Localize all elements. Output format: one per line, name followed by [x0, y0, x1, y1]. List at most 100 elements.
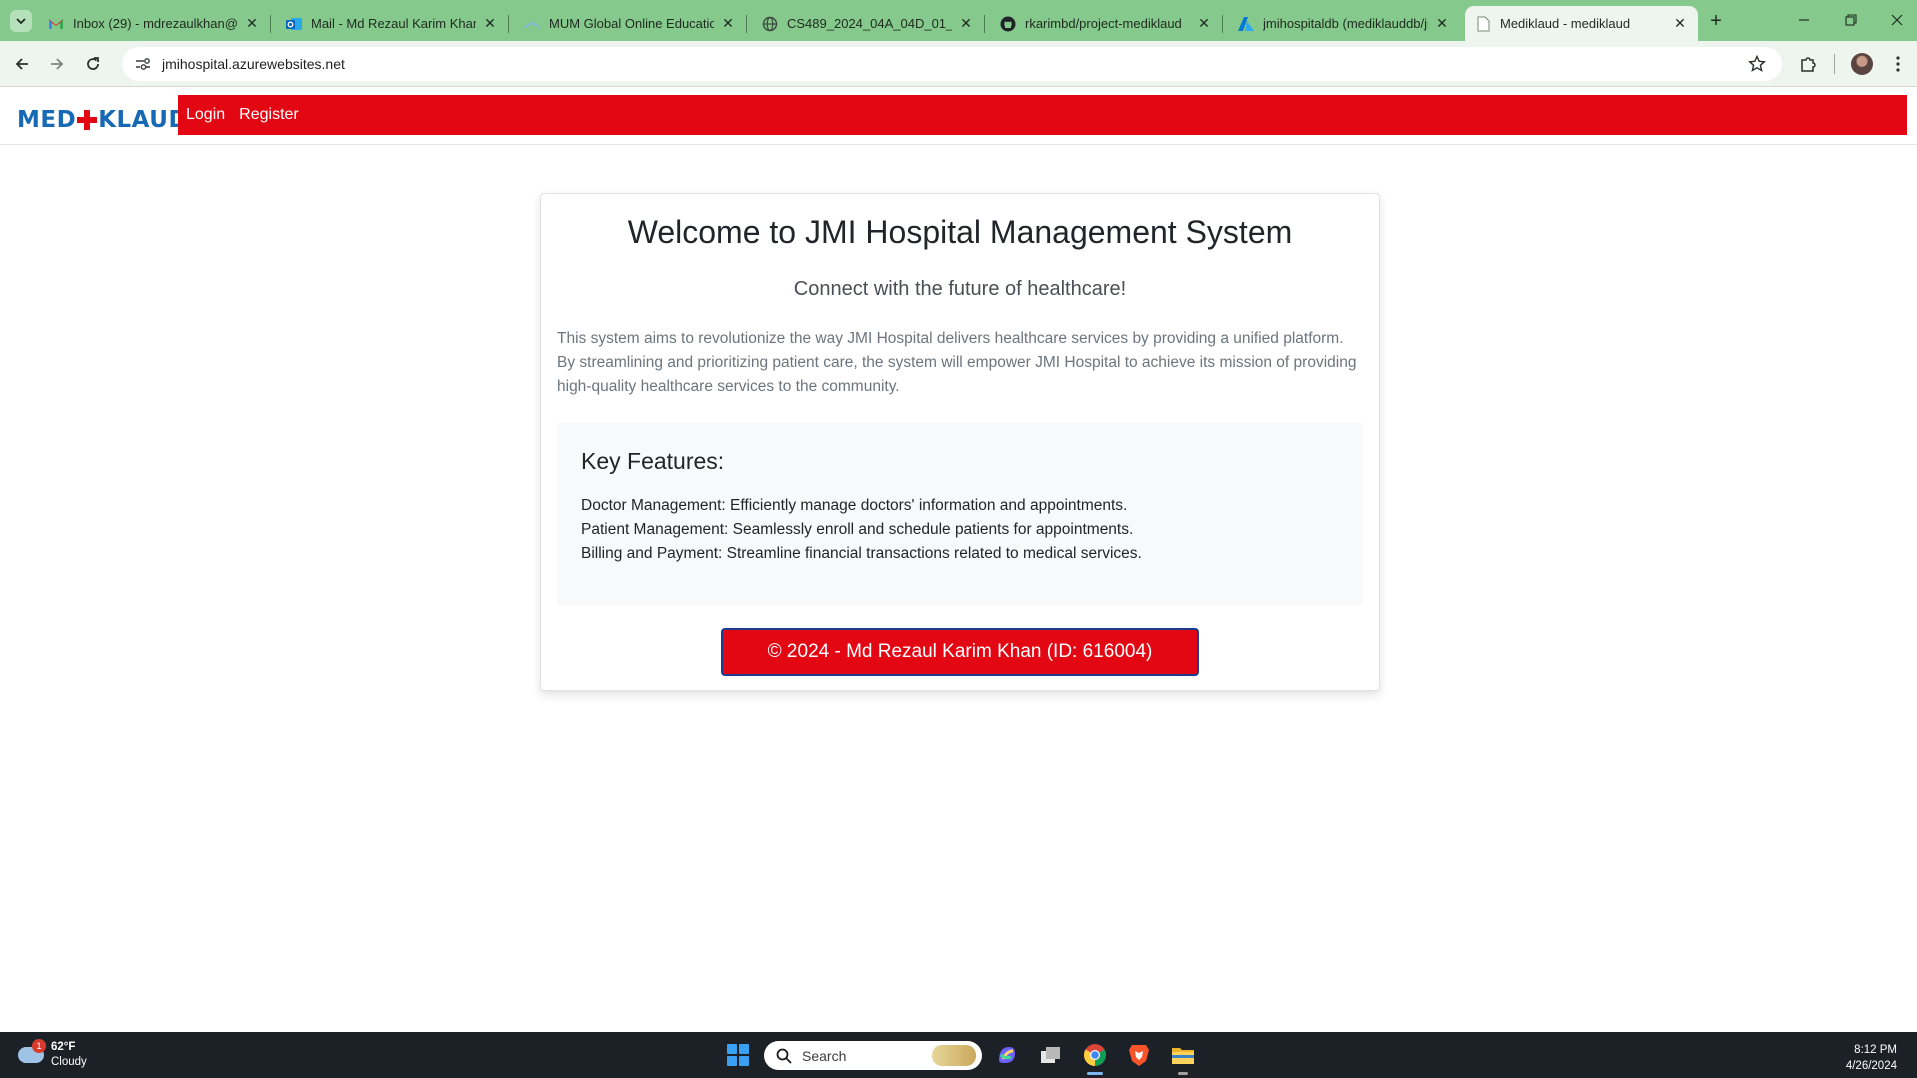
brave-lion-icon: [1129, 1045, 1149, 1066]
feature-item: Patient Management: Seamlessly enroll an…: [581, 521, 1134, 538]
close-icon: [1891, 14, 1903, 26]
tab-separator: [984, 15, 985, 33]
register-link[interactable]: Register: [239, 106, 299, 124]
features-heading: Key Features:: [581, 448, 725, 474]
kebab-menu-icon: [1896, 56, 1900, 72]
tab-title: CS489_2024_04A_04D_01_2024: [787, 16, 952, 31]
address-bar[interactable]: jmihospital.azurewebsites.net: [122, 47, 1782, 81]
close-icon[interactable]: ✕: [1672, 15, 1688, 32]
brave-app[interactable]: [1125, 1041, 1153, 1069]
tab-title: Inbox (29) - mdrezaulkhan@gm: [73, 16, 238, 31]
close-icon[interactable]: ✕: [1434, 15, 1450, 32]
logo-text-left: MED: [17, 107, 77, 133]
medical-cross-icon: [77, 110, 98, 130]
system-clock[interactable]: 8:12 PM 4/26/2024: [1846, 1042, 1897, 1074]
weather-condition: Cloudy: [51, 1056, 87, 1068]
puzzle-icon: [1801, 57, 1816, 72]
chrome-app[interactable]: [1081, 1041, 1109, 1075]
intro-paragraph: This system aims to revolutionize the wa…: [557, 330, 1357, 395]
feature-item: Billing and Payment: Streamline financia…: [581, 545, 1142, 562]
globe-icon: [762, 16, 778, 32]
close-icon[interactable]: ✕: [720, 15, 736, 32]
logo-text-right: KLAUD: [98, 107, 189, 133]
restore-button[interactable]: [1831, 6, 1871, 34]
search-highlight-icon: [932, 1045, 976, 1066]
arrow-right-icon: [51, 58, 64, 70]
browser-toolbar: jmihospital.azurewebsites.net: [0, 41, 1917, 87]
tab-separator: [508, 15, 509, 33]
tab-title: Mail - Md Rezaul Karim Khan -: [311, 16, 476, 31]
file-explorer-app[interactable]: [1169, 1041, 1197, 1075]
notification-badge: 1: [32, 1039, 46, 1053]
tab-github[interactable]: rkarimbd/project-mediklaud ✕: [990, 6, 1223, 41]
copilot-icon: [999, 1047, 1015, 1063]
outlook-icon: [286, 16, 302, 32]
profile-button[interactable]: [1850, 52, 1874, 76]
close-icon[interactable]: ✕: [482, 15, 498, 32]
reload-button[interactable]: [79, 50, 107, 78]
bookmark-star-icon[interactable]: [1748, 54, 1766, 78]
toolbar-divider: [1834, 54, 1835, 74]
url-text[interactable]: jmihospital.azurewebsites.net: [162, 56, 345, 72]
tab-outlook[interactable]: Mail - Md Rezaul Karim Khan - ✕: [276, 6, 509, 41]
tab-azure[interactable]: jmihospitaldb (mediklauddb/jm ✕: [1228, 6, 1460, 41]
key-features-panel: Key Features: Doctor Management: Efficie…: [557, 423, 1363, 605]
forward-button[interactable]: [43, 50, 71, 78]
tab-cs489[interactable]: CS489_2024_04A_04D_01_2024 ✕: [752, 6, 985, 41]
page-title: Welcome to JMI Hospital Management Syste…: [627, 214, 1293, 250]
tab-mediklaud[interactable]: Mediklaud - mediklaud ✕: [1465, 6, 1698, 41]
arrow-left-icon: [15, 58, 28, 70]
extensions-button[interactable]: [1797, 52, 1821, 76]
gmail-icon: [48, 16, 64, 32]
tab-separator: [746, 15, 747, 33]
site-info-icon[interactable]: [128, 57, 158, 71]
chevron-down-icon: [16, 18, 26, 25]
restore-icon: [1845, 14, 1857, 26]
windows-logo-icon: [727, 1044, 737, 1054]
azure-icon: [1238, 16, 1254, 32]
close-window-button[interactable]: [1877, 6, 1917, 34]
school-icon: [524, 16, 540, 32]
tab-search-button[interactable]: [10, 10, 32, 32]
nav-bar: Login Register: [178, 95, 1907, 135]
close-icon[interactable]: ✕: [1196, 15, 1212, 32]
copyright-footer: © 2024 - Md Rezaul Karim Khan (ID: 61600…: [721, 628, 1199, 676]
weather-widget[interactable]: 1 62°F Cloudy: [18, 1039, 87, 1070]
copilot-app[interactable]: [993, 1041, 1021, 1069]
start-button[interactable]: [727, 1044, 749, 1066]
task-view-app[interactable]: [1037, 1041, 1065, 1069]
clock-time: 8:12 PM: [1854, 1044, 1897, 1056]
tagline: Connect with the future of healthcare!: [793, 278, 1127, 300]
minimize-button[interactable]: [1784, 6, 1824, 34]
feature-item: Doctor Management: Efficiently manage do…: [581, 497, 1128, 514]
browser-tab-bar: Inbox (29) - mdrezaulkhan@gm ✕ Mail - Md…: [0, 0, 1917, 41]
tab-title: Mediklaud - mediklaud: [1500, 16, 1631, 31]
welcome-card: Welcome to JMI Hospital Management Syste…: [540, 193, 1380, 691]
tab-title: rkarimbd/project-mediklaud: [1025, 16, 1182, 31]
tab-separator: [270, 15, 271, 33]
back-button[interactable]: [8, 50, 36, 78]
page-icon: [1475, 16, 1491, 32]
cloud-icon: 1: [18, 1039, 46, 1063]
clock-date: 4/26/2024: [1845, 1060, 1897, 1072]
tab-mum[interactable]: MUM Global Online Education ✕: [514, 6, 747, 41]
site-logo[interactable]: MED KLAUD: [17, 106, 188, 134]
features-list: Doctor Management: Efficiently manage do…: [581, 494, 1142, 566]
new-tab-button[interactable]: +: [1703, 8, 1729, 34]
close-icon[interactable]: ✕: [244, 15, 260, 32]
chrome-icon: [1084, 1044, 1106, 1066]
minimize-icon: [1799, 19, 1809, 21]
tab-gmail[interactable]: Inbox (29) - mdrezaulkhan@gm ✕: [38, 6, 271, 41]
login-link[interactable]: Login: [186, 106, 225, 124]
menu-button[interactable]: [1886, 52, 1910, 76]
github-icon: [1000, 16, 1016, 32]
task-view-icon: [1041, 1047, 1060, 1063]
taskbar-search[interactable]: Search: [764, 1041, 982, 1070]
tab-title: MUM Global Online Education: [549, 16, 714, 31]
tab-title: jmihospitaldb (mediklauddb/jm: [1263, 16, 1428, 31]
tab-separator: [1222, 15, 1223, 33]
avatar: [1851, 53, 1873, 75]
close-icon[interactable]: ✕: [958, 15, 974, 32]
folder-icon: [1172, 1048, 1194, 1064]
weather-temperature: 62°F: [51, 1041, 76, 1053]
